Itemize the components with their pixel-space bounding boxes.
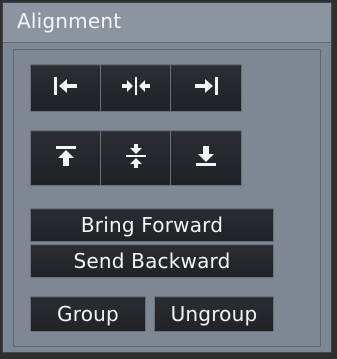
- align-center-horizontal-button[interactable]: [100, 64, 172, 112]
- panel-body: Bring Forward Send Backward Group Ungrou…: [13, 49, 321, 347]
- align-left-button[interactable]: [30, 64, 102, 112]
- align-center-vertical-icon: [120, 144, 152, 172]
- align-bottom-button[interactable]: [170, 130, 242, 186]
- panel-header: Alignment: [3, 3, 331, 43]
- align-top-button[interactable]: [30, 130, 102, 186]
- align-top-icon: [50, 144, 82, 172]
- panel-title: Alignment: [17, 9, 122, 33]
- send-backward-button[interactable]: Send Backward: [30, 244, 274, 278]
- align-center-horizontal-icon: [120, 74, 152, 102]
- bring-forward-button[interactable]: Bring Forward: [30, 208, 274, 242]
- ungroup-button[interactable]: Ungroup: [154, 296, 274, 332]
- alignment-panel: Alignment Bring Forward Send Backward Gr…: [2, 2, 332, 353]
- align-left-icon: [50, 74, 82, 102]
- align-right-icon: [190, 74, 222, 102]
- align-bottom-icon: [190, 144, 222, 172]
- align-center-vertical-button[interactable]: [100, 130, 172, 186]
- group-button[interactable]: Group: [30, 296, 146, 332]
- align-right-button[interactable]: [170, 64, 242, 112]
